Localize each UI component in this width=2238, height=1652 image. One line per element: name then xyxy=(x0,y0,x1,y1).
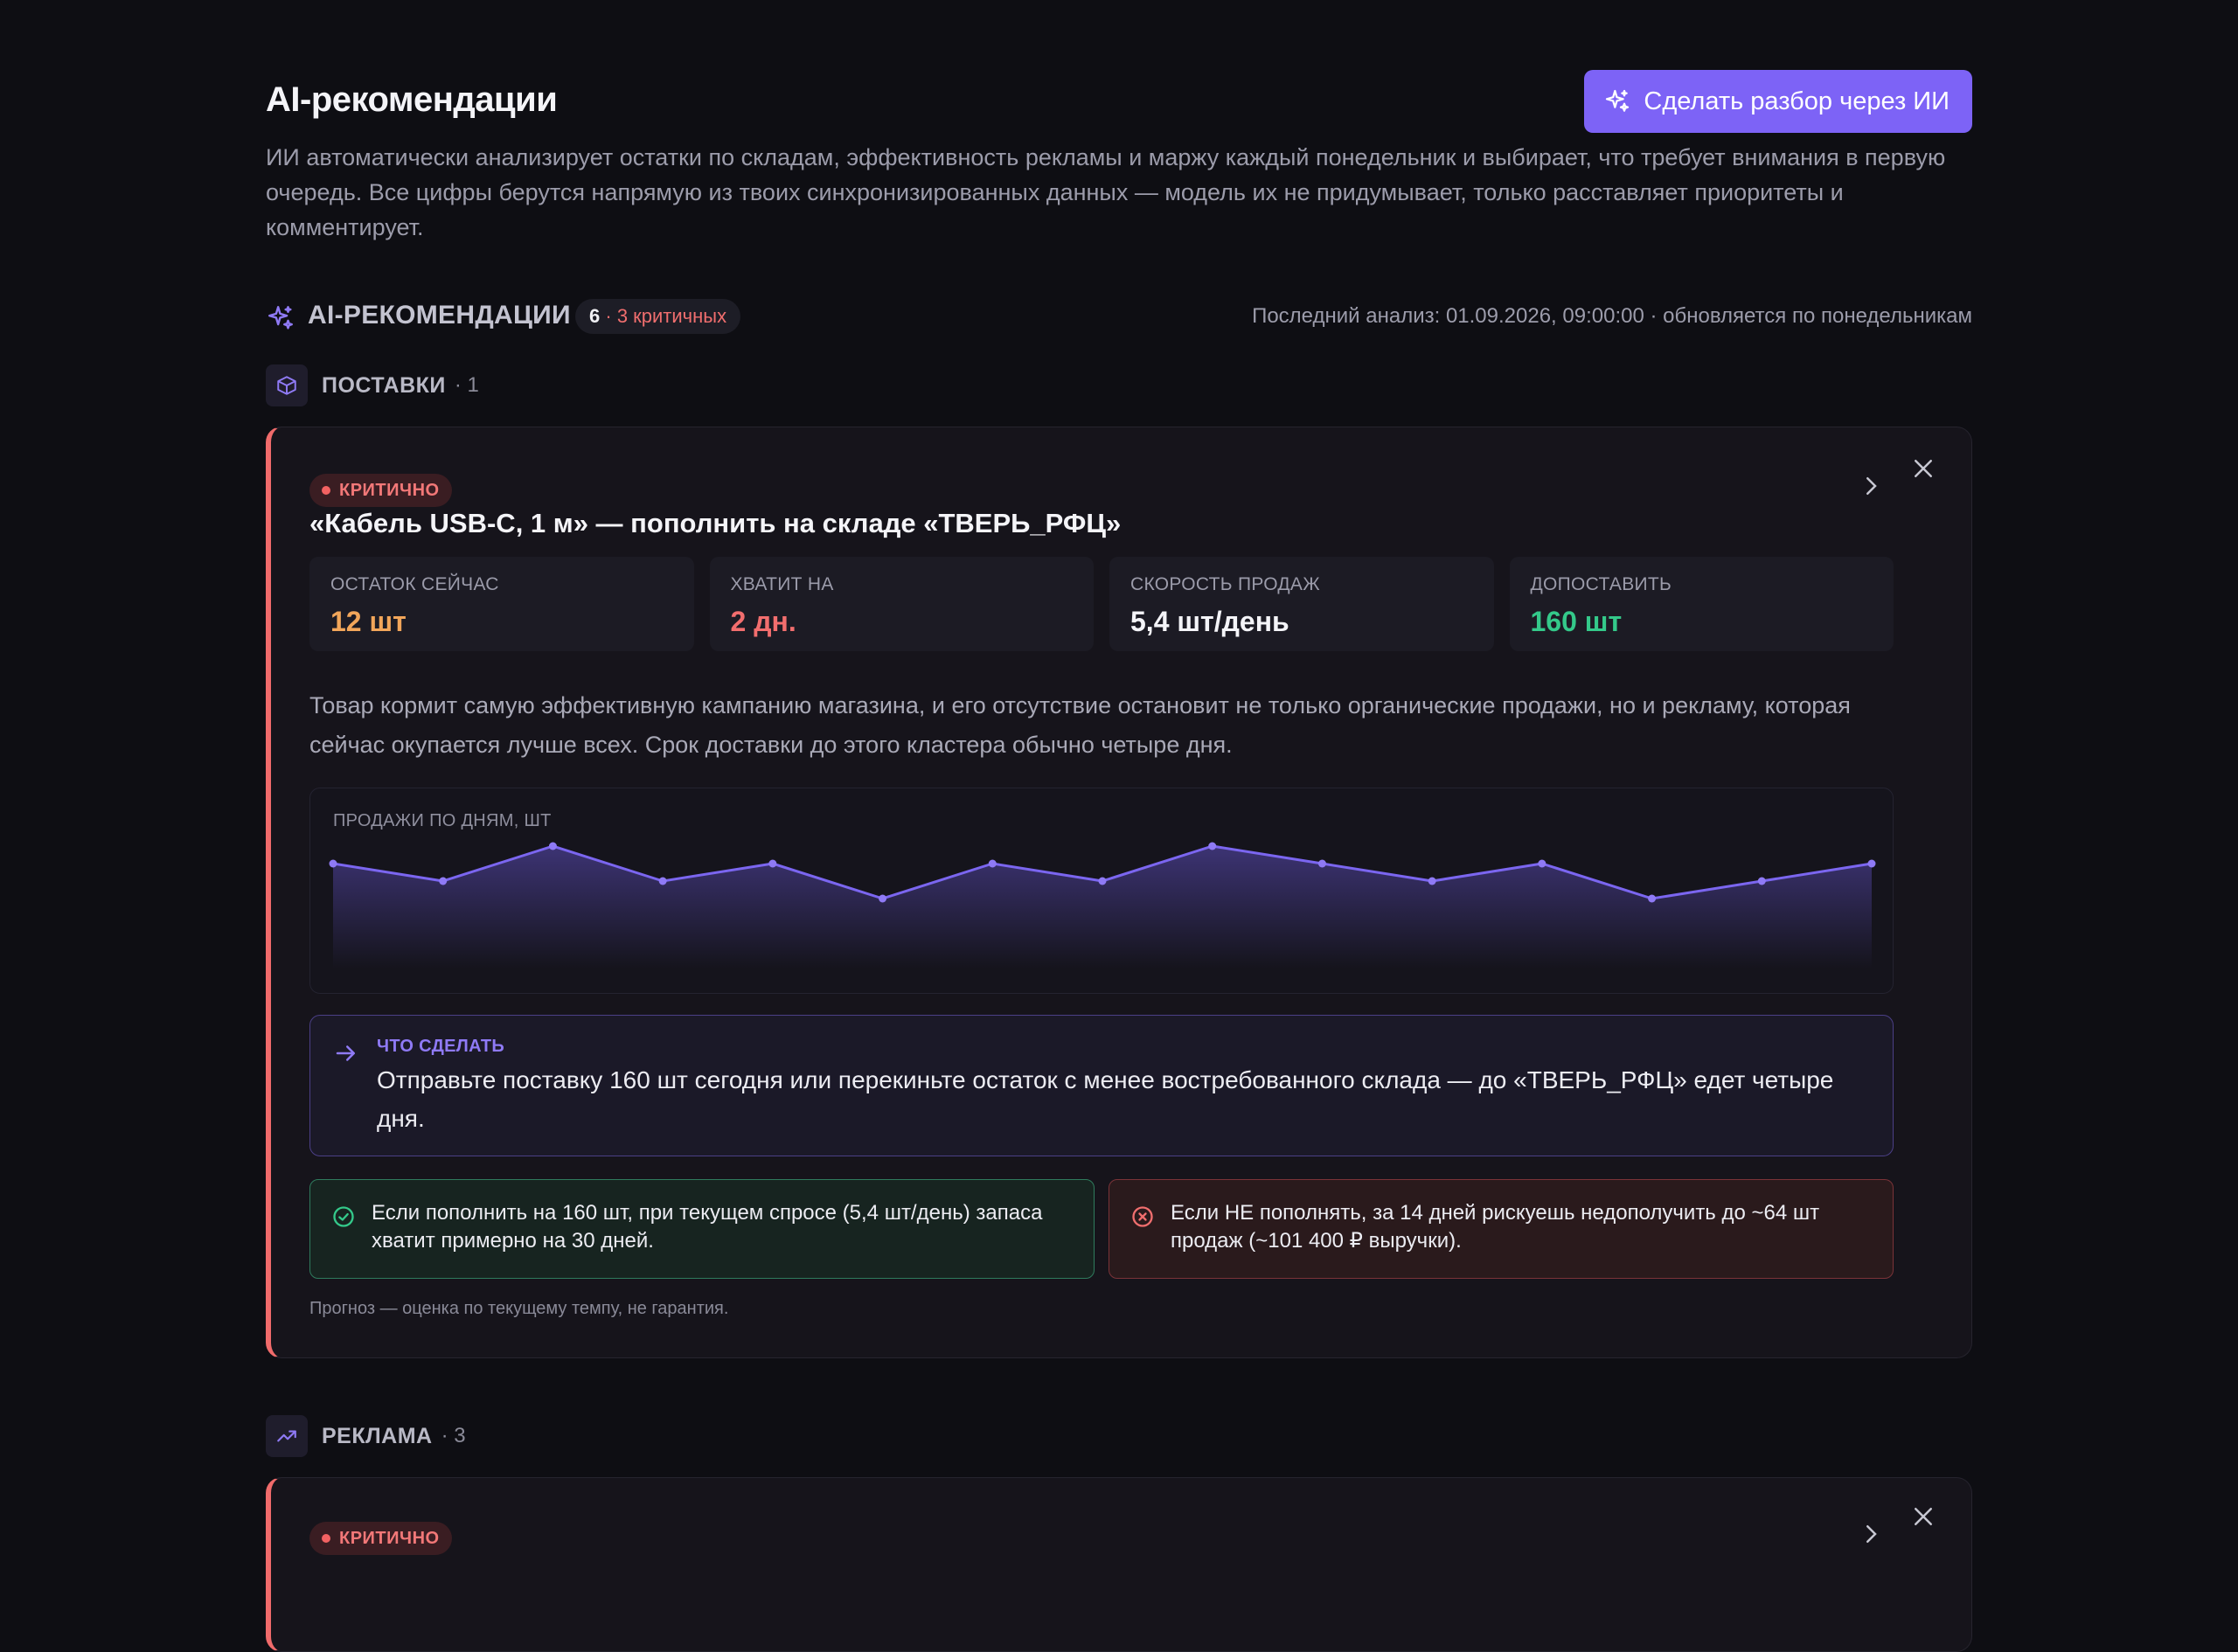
critical-badge-label: КРИТИЧНО xyxy=(339,1528,440,1548)
section-header-supplies: ПОСТАВКИ · 1 xyxy=(266,364,479,407)
chart-point-10 xyxy=(1317,859,1326,868)
metric-value: 2 дн. xyxy=(730,606,796,637)
metric-value: 12 шт xyxy=(330,606,407,637)
chart-point-4 xyxy=(658,877,667,885)
chart-point-7 xyxy=(988,859,997,868)
section-icon-box xyxy=(266,364,308,406)
critical-badge: КРИТИЧНО xyxy=(309,1522,452,1555)
forecast-note: Прогноз — оценка по текущему темпу, не г… xyxy=(309,1299,729,1318)
status-dot xyxy=(322,486,330,495)
chart-point-9 xyxy=(1208,842,1217,850)
page-description: ИИ автоматически анализирует остатки по … xyxy=(266,144,1946,240)
page-title: AI-рекомендации xyxy=(266,80,558,119)
outcome-positive-text: Если пополнить на 160 шт, при текущем сп… xyxy=(372,1201,1043,1253)
status-dot xyxy=(322,1534,330,1543)
metrics-row: ОСТАТОК СЕЙЧАС 12 шт ХВАТИТ НА 2 дн. СКО… xyxy=(309,557,1894,651)
section-header-ads: РЕКЛАМА · 3 xyxy=(266,1414,466,1458)
chart-point-2 xyxy=(439,877,448,885)
chart-point-8 xyxy=(1098,877,1107,885)
metric-sales-speed: СКОРОСТЬ ПРОДАЖ 5,4 шт/день xyxy=(1109,557,1494,651)
card-explanation: Товар кормит самую эффективную кампанию … xyxy=(309,692,1851,758)
close-icon[interactable] xyxy=(1910,1503,1936,1530)
section-count: · 3 xyxy=(441,1424,466,1447)
arrow-right-icon xyxy=(336,1045,355,1061)
close-icon[interactable] xyxy=(1910,455,1936,482)
critical-badge-label: КРИТИЧНО xyxy=(339,480,440,500)
chevron-right-icon[interactable] xyxy=(1858,473,1884,499)
metric-label: ДОПОСТАВИТЬ xyxy=(1530,574,1672,594)
x-circle-icon xyxy=(1132,1206,1153,1227)
outcome-negative: Если НЕ пополнять, за 14 дней рискуешь н… xyxy=(1109,1179,1894,1279)
metric-label: ОСТАТОК СЕЙЧАС xyxy=(330,574,499,594)
metric-value: 5,4 шт/день xyxy=(1130,606,1289,637)
action-text: Отправьте поставку 160 шт сегодня или пе… xyxy=(377,1066,1834,1132)
chart-point-13 xyxy=(1648,894,1657,903)
page-header: AI-рекомендации Сделать разбор через ИИ … xyxy=(266,0,1972,262)
chart-point-5 xyxy=(768,859,777,868)
metric-value: 160 шт xyxy=(1530,606,1623,637)
section-label: ПОСТАВКИ xyxy=(322,372,446,398)
package-icon xyxy=(277,376,296,395)
chart-point-1 xyxy=(329,859,337,868)
action-label: ЧТО СДЕЛАТЬ xyxy=(377,1037,505,1056)
ai-analysis-button-label: Сделать разбор через ИИ xyxy=(1644,87,1950,115)
section-icon-box xyxy=(266,1415,308,1457)
total-count: 6 xyxy=(589,305,601,327)
chart-point-6 xyxy=(879,894,887,903)
ai-analysis-button[interactable]: Сделать разбор через ИИ xyxy=(1584,70,1972,133)
recommendations-summary: AI-РЕКОМЕНДАЦИИ 6 · 3 критичных Последни… xyxy=(266,297,1972,341)
outcome-negative-text: Если НЕ пополнять, за 14 дней рискуешь н… xyxy=(1171,1201,1820,1253)
trending-up-icon xyxy=(277,1430,296,1442)
check-circle-icon xyxy=(333,1206,354,1227)
metric-days-left: ХВАТИТ НА 2 дн. xyxy=(709,557,1094,651)
summary-title: AI-РЕКОМЕНДАЦИИ xyxy=(308,301,571,330)
metric-restock-qty: ДОПОСТАВИТЬ 160 шт xyxy=(1509,557,1894,651)
outcome-positive: Если пополнить на 160 шт, при текущем сп… xyxy=(309,1179,1095,1279)
metric-label: СКОРОСТЬ ПРОДАЖ xyxy=(1130,574,1320,594)
action-panel: ЧТО СДЕЛАТЬ Отправьте поставку 160 шт се… xyxy=(309,1015,1894,1156)
sparkles-icon xyxy=(268,306,293,330)
sales-chart-svg xyxy=(329,842,1876,968)
chart-point-3 xyxy=(548,842,557,850)
chart-area xyxy=(333,846,1872,968)
sales-chart: ПРОДАЖИ ПО ДНЯМ, ШТ xyxy=(309,788,1894,994)
chart-point-15 xyxy=(1867,859,1876,868)
recommendation-card: КРИТИЧНО «Кабель USB-C, 1 м» — пополнить… xyxy=(266,427,1972,1358)
recommendations-page: AI-рекомендации Сделать разбор через ИИ … xyxy=(266,0,1972,1652)
critical-badge: КРИТИЧНО xyxy=(309,474,452,507)
metric-label: ХВАТИТ НА xyxy=(730,574,834,594)
recommendation-card: КРИТИЧНО xyxy=(266,1477,1972,1652)
sparkles-icon xyxy=(1606,89,1630,112)
chevron-right-icon[interactable] xyxy=(1858,1521,1884,1547)
critical-count: · 3 критичных xyxy=(605,305,727,327)
last-analysis-meta: Последний анализ: 01.09.2026, 09:00:00 ·… xyxy=(1252,304,1972,328)
section-label: РЕКЛАМА xyxy=(322,1423,433,1448)
section-count: · 1 xyxy=(454,373,479,397)
summary-count-badge: 6 · 3 критичных xyxy=(575,299,741,334)
card-title: «Кабель USB-C, 1 м» — пополнить на склад… xyxy=(309,508,1122,538)
chart-point-12 xyxy=(1538,859,1546,868)
chart-point-14 xyxy=(1757,877,1766,885)
chart-point-11 xyxy=(1428,877,1436,885)
metric-stock: ОСТАТОК СЕЙЧАС 12 шт xyxy=(309,557,694,651)
